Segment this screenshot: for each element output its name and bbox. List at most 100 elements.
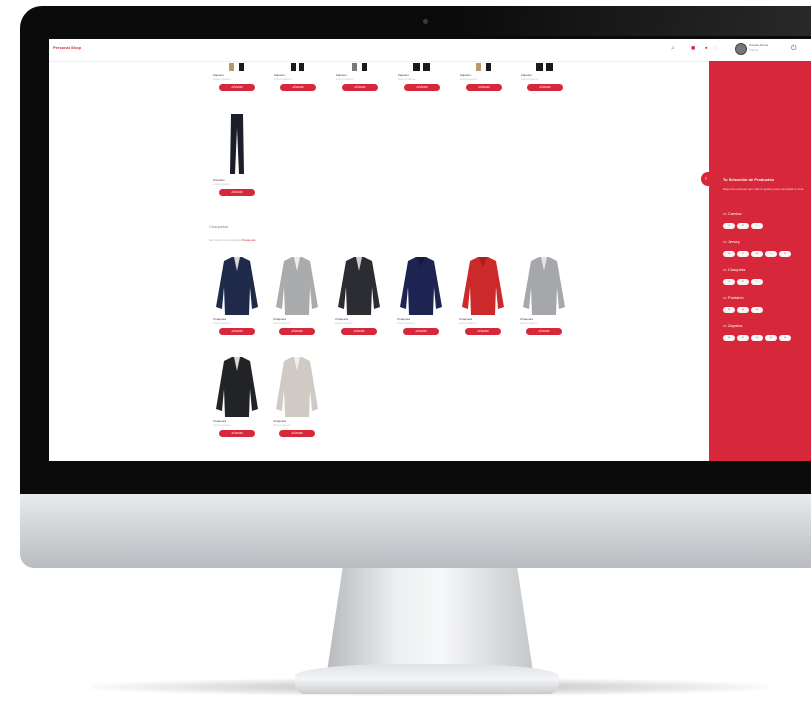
size-chip[interactable]: L (765, 251, 777, 257)
add-button[interactable]: AÑADIR (526, 328, 562, 335)
size-chip[interactable]: L (751, 279, 763, 285)
search-icon[interactable]: ⌕ (671, 45, 675, 52)
sidebar-chip-row: S M L (723, 223, 763, 229)
product-desc: Lorem ipsum (335, 321, 353, 325)
shoes-icon (521, 63, 569, 71)
trousers-icon: ▭ (723, 295, 727, 300)
product-desc: Lorem ipsum (459, 321, 477, 325)
add-button[interactable]: AÑADIR (219, 430, 255, 437)
product-card: Chaqueta Lorem ipsum AÑADIR (520, 257, 568, 335)
product-card: Chaqueta Lorem ipsum AÑADIR (213, 257, 261, 335)
jacket-icon: ▭ (723, 267, 727, 272)
size-chip[interactable]: 44 (779, 335, 791, 341)
product-desc: Lorem ipsum (460, 77, 478, 81)
shoes-icon (213, 63, 261, 71)
monitor-chin (20, 494, 811, 568)
product-desc: Lorem ipsum (336, 77, 354, 81)
add-button[interactable]: AÑADIR (403, 328, 439, 335)
monitor-stand (326, 568, 534, 678)
product-card: Zapatos Lorem ipsum AÑADIR (460, 63, 508, 91)
product-card: Chaqueta Lorem ipsum AÑADIR (459, 257, 507, 335)
product-card: Chaqueta Lorem ipsum AÑADIR (273, 257, 321, 335)
jacket-icon (397, 257, 445, 315)
camera-dot (423, 19, 428, 24)
jacket-icon (459, 257, 507, 315)
product-card: Chaqueta Lorem ipsum AÑADIR (397, 257, 445, 335)
sidebar-chip-row: XS S M L XL (723, 251, 791, 257)
size-chip[interactable]: 42 (751, 335, 763, 341)
product-card: Zapatos Lorem ipsum AÑADIR (521, 63, 569, 91)
size-chip[interactable]: 40 (737, 307, 749, 313)
size-chip[interactable]: 42 (751, 307, 763, 313)
user-name: Usuario Demo (749, 43, 769, 47)
size-chip[interactable]: M (737, 223, 749, 229)
add-button[interactable]: AÑADIR (219, 84, 255, 91)
add-button[interactable]: AÑADIR (219, 328, 255, 335)
sidebar-chip-row: 40 41 42 43 44 (723, 335, 791, 341)
size-chip[interactable]: S (723, 223, 735, 229)
add-button[interactable]: AÑADIR (341, 328, 377, 335)
size-chip[interactable]: L (751, 223, 763, 229)
size-chip[interactable]: 41 (737, 335, 749, 341)
size-chip[interactable]: XL (779, 251, 791, 257)
product-desc: Lorem ipsum (213, 321, 231, 325)
selection-sidebar: Tu Selección de Productos Elige las opci… (709, 61, 811, 461)
product-desc: Lorem ipsum (398, 77, 416, 81)
user-role: Cliente (749, 48, 759, 52)
product-desc: Lorem ipsum (213, 182, 231, 186)
size-chip[interactable]: M (751, 251, 763, 257)
jacket-icon (273, 357, 321, 417)
shoes-icon (398, 63, 446, 71)
size-chip[interactable]: M (737, 279, 749, 285)
product-card: Chaqueta Lorem ipsum AÑADIR (273, 357, 321, 437)
cart-icon[interactable]: ■ (691, 45, 695, 52)
shoes-icon: ▭ (723, 323, 727, 328)
product-desc: Lorem ipsum (520, 321, 538, 325)
add-button[interactable]: AÑADIR (280, 84, 316, 91)
size-chip[interactable]: 38 (723, 307, 735, 313)
product-card: Zapatos Lorem ipsum AÑADIR (398, 63, 446, 91)
product-desc: Lorem ipsum (273, 321, 291, 325)
avatar[interactable] (735, 43, 747, 55)
size-chip[interactable]: 40 (723, 335, 735, 341)
product-desc: Lorem ipsum (397, 321, 415, 325)
shirt-icon: ▭ (723, 211, 727, 216)
product-desc: Lorem ipsum (213, 423, 231, 427)
sidebar-subtitle: Elige las opciones que más te gusten par… (723, 187, 804, 191)
product-card: Pantalón Lorem ipsum AÑADIR (213, 114, 261, 196)
globe-icon[interactable]: ◌ (713, 45, 717, 52)
monitor-stand-base (295, 664, 559, 694)
product-desc: Lorem ipsum (273, 423, 291, 427)
sidebar-group-label: ▭ Zapatos (723, 323, 743, 328)
size-chip[interactable]: XS (723, 251, 735, 257)
sidebar-chip-row: 38 40 42 (723, 307, 763, 313)
jacket-icon (335, 257, 383, 315)
add-button[interactable]: AÑADIR (279, 430, 315, 437)
product-desc: Lorem ipsum (274, 77, 292, 81)
power-icon[interactable]: ⏻ (791, 45, 797, 52)
bag-icon[interactable]: ▪ (705, 45, 707, 52)
product-desc: Lorem ipsum (213, 77, 231, 81)
add-button[interactable]: AÑADIR (342, 84, 378, 91)
sweater-icon: ▭ (723, 239, 727, 244)
add-button[interactable]: AÑADIR (527, 84, 563, 91)
add-button[interactable]: AÑADIR (404, 84, 440, 91)
size-chip[interactable]: S (723, 279, 735, 285)
add-button[interactable]: AÑADIR (466, 84, 502, 91)
size-chip[interactable]: S (737, 251, 749, 257)
product-card: Chaqueta Lorem ipsum AÑADIR (213, 357, 261, 437)
jacket-icon (520, 257, 568, 315)
add-button[interactable]: AÑADIR (279, 328, 315, 335)
sidebar-group-label: ▭ Camisa (723, 211, 742, 216)
app-logo[interactable]: Personal Shop (53, 45, 81, 50)
shoes-icon (336, 63, 384, 71)
bezel-glare (460, 6, 811, 36)
top-bar: Personal Shop ⌕ ■ ▪ ◌ Usuario Demo Clien… (49, 39, 811, 62)
size-chip[interactable]: 43 (765, 335, 777, 341)
sidebar-group-label: ▭ Chaqueta (723, 267, 746, 272)
product-card: Chaqueta Lorem ipsum AÑADIR (335, 257, 383, 335)
product-card: Zapatos Lorem ipsum AÑADIR (213, 63, 261, 91)
section-link[interactable]: Ver todos los productos Chaquetas (209, 238, 256, 242)
add-button[interactable]: AÑADIR (219, 189, 255, 196)
add-button[interactable]: AÑADIR (465, 328, 501, 335)
